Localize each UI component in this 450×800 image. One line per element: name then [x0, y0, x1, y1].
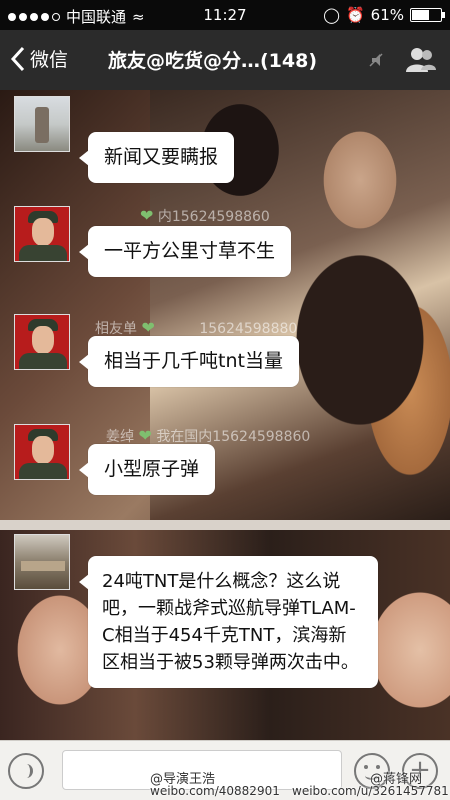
alarm-icon: ⏰: [345, 6, 365, 24]
heart-icon: ❤: [140, 206, 154, 225]
watermark: @导演王浩 weibo.com/40882901 @蒋锋网 weibo.com/…: [0, 768, 450, 798]
avatar[interactable]: [14, 314, 70, 370]
group-members-icon[interactable]: [406, 46, 436, 72]
overlay-tag: 姜绰 ❤ 我在国内15624598860: [106, 426, 310, 446]
message-bubble[interactable]: 新闻又要瞒报: [78, 132, 235, 183]
avatar[interactable]: [14, 206, 70, 262]
battery-icon: [410, 8, 445, 22]
status-bar: 中国联通 ≈ 11:27 ◯ ⏰ 61%: [0, 0, 450, 30]
back-chevron-icon: [10, 46, 25, 71]
message-bubble[interactable]: 24吨TNT是什么概念？这么说吧，一颗战斧式巡航导弹TLAM-C相当于454千克…: [79, 556, 378, 688]
chat-area[interactable]: ❤ 内15624598860 相友单 ❤ 15624598880 姜绰 ❤ 我在…: [0, 90, 450, 740]
back-button[interactable]: 微信: [10, 45, 68, 72]
overlay-tag-text: 内15624598860: [157, 209, 270, 225]
battery-fill: [412, 10, 429, 20]
message-bubble[interactable]: 相当于几千吨tnt当量: [79, 336, 299, 387]
avatar[interactable]: [14, 424, 70, 480]
watermark-url: weibo.com/40882901: [150, 784, 280, 798]
overlay-tag: 相友单 ❤ 15624598880: [95, 318, 297, 338]
watermark-url: weibo.com/u/3261457781: [292, 784, 449, 798]
chat-header: 微信 旅友@吃货@分…(148): [0, 30, 450, 90]
heart-icon: ❤: [141, 318, 155, 337]
overlay-tag-text: 姜绰: [106, 429, 134, 445]
back-label: 微信: [30, 49, 69, 71]
overlay-tag: ❤ 内15624598860: [140, 206, 270, 226]
overlay-tag-text: 我在国内15624598860: [156, 429, 311, 445]
message-bubble[interactable]: 小型原子弹: [78, 444, 216, 495]
message-bubble[interactable]: 一平方公里寸草不生: [78, 226, 292, 277]
heart-icon: ❤: [138, 426, 152, 445]
chat-title: 旅友@吃货@分…(148): [108, 50, 318, 72]
battery-percent: 61%: [370, 6, 404, 24]
rotation-lock-icon: ◯: [323, 6, 340, 24]
overlay-tag-text: 相友单: [95, 321, 137, 337]
mute-icon: [369, 53, 383, 67]
avatar[interactable]: [14, 96, 70, 152]
avatar[interactable]: [14, 534, 70, 590]
overlay-tag-text: 15624598880: [199, 321, 298, 337]
